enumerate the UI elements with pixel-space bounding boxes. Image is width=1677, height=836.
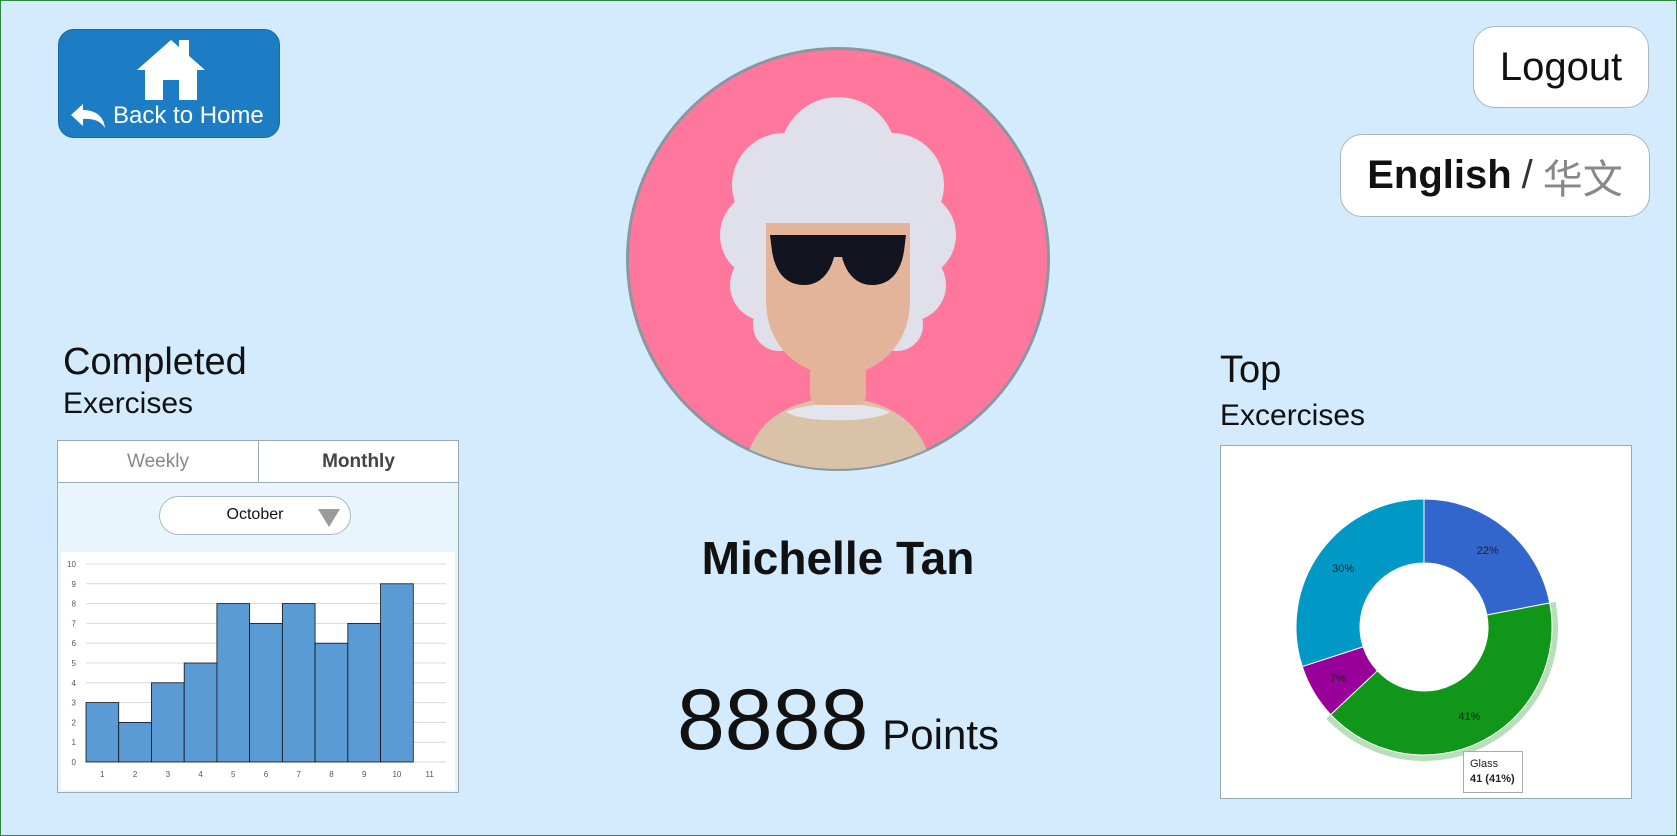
x-tick-label: 7 [297, 770, 302, 779]
caret-down-icon [318, 509, 340, 527]
y-tick-label: 5 [72, 659, 77, 668]
slice-label: 22% [1477, 545, 1499, 557]
bar [347, 623, 381, 763]
top-title: Top [1220, 349, 1282, 391]
donut-slice[interactable] [1423, 498, 1551, 616]
bar [281, 603, 316, 763]
back-to-home-button[interactable]: Back to Home [58, 29, 280, 138]
logout-label: Logout [1499, 44, 1623, 89]
x-tick-label: 8 [329, 770, 334, 779]
top-exercises-panel: 22% 41% 7% 30% Glass 41 (41%) [1220, 445, 1632, 799]
bar [249, 623, 283, 763]
completed-subtitle: Exercises [63, 387, 194, 420]
donut-slice[interactable] [1295, 498, 1425, 668]
y-tick-label: 8 [72, 600, 77, 609]
x-tick-label: 6 [264, 770, 269, 779]
y-tick-label: 4 [72, 679, 77, 688]
y-tick-label: 7 [72, 619, 77, 628]
slice-label: 7% [1330, 673, 1346, 685]
tooltip-value: 41 (41%) [1470, 773, 1515, 785]
tooltip-name: Glass [1470, 758, 1499, 770]
avatar [626, 47, 1050, 471]
x-tick-label: 4 [198, 770, 203, 779]
top-subtitle: Excercises [1220, 399, 1366, 432]
points-label: Points [882, 711, 1000, 758]
x-tick-label: 1 [100, 770, 105, 779]
language-chinese[interactable]: 华文 [1543, 147, 1623, 205]
language-toggle[interactable]: English / 华文 [1340, 134, 1650, 217]
x-tick-label: 3 [166, 770, 171, 779]
x-tick-label: 5 [231, 770, 236, 779]
y-tick-label: 10 [67, 560, 76, 569]
house-icon [137, 40, 205, 100]
bar [183, 662, 218, 763]
slice-label: 30% [1332, 563, 1354, 575]
y-tick-label: 3 [72, 699, 77, 708]
bar [216, 603, 251, 763]
x-tick-label: 10 [392, 770, 401, 779]
bar [314, 642, 349, 763]
x-tick-label: 9 [362, 770, 367, 779]
x-tick-label: 2 [133, 770, 138, 779]
logout-button[interactable]: Logout [1473, 26, 1649, 108]
slice-label: 41% [1458, 711, 1480, 723]
top-exercises-donut-chart: 22% 41% 7% 30% [1295, 498, 1558, 761]
language-separator: / [1521, 153, 1533, 197]
points-value: 8888 [676, 672, 869, 768]
y-tick-label: 6 [72, 639, 77, 648]
y-tick-label: 2 [72, 718, 77, 727]
back-arrow-icon [71, 104, 105, 128]
points-display: 8888 Points [601, 671, 1075, 770]
back-to-home-label: Back to Home [113, 102, 264, 129]
y-tick-label: 1 [72, 738, 77, 747]
y-tick-label: 9 [72, 580, 77, 589]
completed-exercises-panel: Weekly Monthly October 0 1 2 3 4 5 6 7 8 9 10 1 2 3 4 5… [57, 440, 459, 793]
completed-title: Completed [63, 341, 247, 383]
bar [380, 583, 414, 763]
x-tick-label: 11 [425, 770, 434, 779]
completed-bar-chart: 0 1 2 3 4 5 6 7 8 9 10 1 2 3 4 5 6 7 8 9 10 11 [61, 552, 455, 790]
chart-tooltip: Glass 41 (41%) [1463, 751, 1523, 793]
language-english[interactable]: English [1367, 153, 1511, 198]
bar [85, 702, 120, 763]
bar [151, 682, 185, 763]
month-dropdown[interactable]: October [159, 496, 351, 535]
user-name: Michelle Tan [701, 532, 975, 584]
tab-monthly[interactable]: Monthly [259, 441, 458, 483]
y-tick-label: 0 [72, 758, 77, 767]
tab-weekly[interactable]: Weekly [58, 441, 259, 483]
bar [118, 721, 152, 763]
